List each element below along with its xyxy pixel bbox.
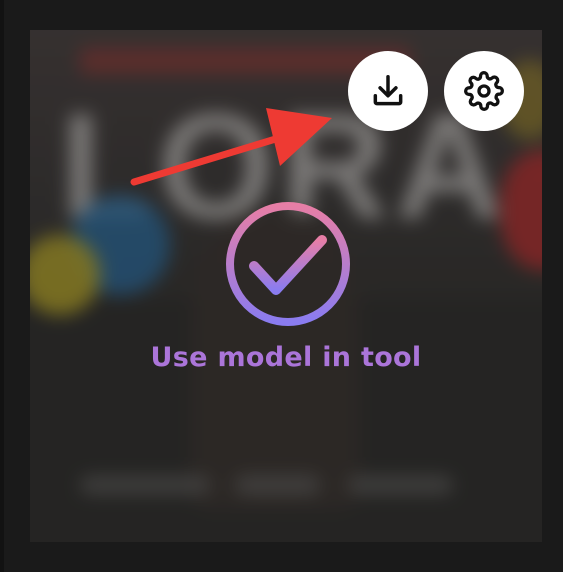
model-card[interactable]: LORA Use model in tool	[30, 30, 542, 542]
left-edge	[0, 0, 4, 572]
download-icon	[373, 75, 403, 106]
check-circle-icon	[226, 202, 350, 326]
download-button[interactable]	[348, 51, 428, 131]
gear-icon	[464, 71, 504, 111]
settings-button[interactable]	[444, 51, 524, 131]
use-model-button[interactable]	[224, 200, 352, 328]
app-frame: LORA Use model in tool	[0, 0, 563, 572]
use-model-label[interactable]: Use model in tool	[30, 342, 542, 373]
